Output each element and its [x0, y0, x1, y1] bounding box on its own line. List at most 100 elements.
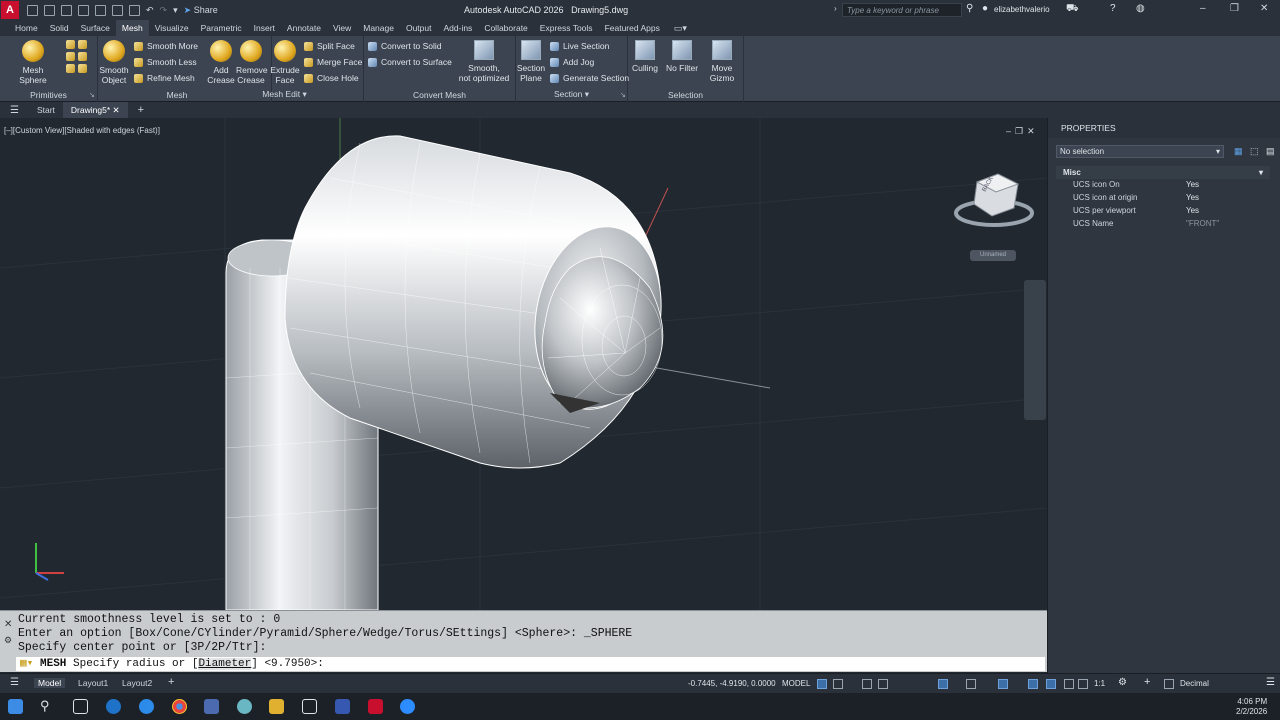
file-tab-menu-icon[interactable]: ☰ — [10, 105, 19, 116]
autocad-logo-icon[interactable]: A — [1, 1, 19, 19]
misc-section-header[interactable]: Misc ▾ — [1056, 166, 1270, 179]
add-jog-button[interactable]: Add Jog — [550, 57, 594, 67]
edge-dev-icon[interactable] — [139, 699, 154, 714]
share-button[interactable]: ➤ Share — [184, 5, 218, 16]
task-view-icon[interactable] — [73, 699, 88, 714]
lineweight-icon[interactable] — [966, 679, 976, 689]
select-objects-icon[interactable]: ⬚ — [1250, 146, 1259, 157]
mesh-cone-icon[interactable] — [78, 40, 87, 49]
new-tab-icon[interactable]: + — [138, 104, 144, 116]
refine-mesh-button[interactable]: Refine Mesh — [134, 73, 195, 83]
3d-model-view[interactable] — [0, 118, 1047, 610]
command-recent-icon[interactable]: ▦▾ — [20, 657, 33, 671]
new-file-icon[interactable] — [27, 4, 38, 16]
close-tab-icon[interactable]: ✕ — [113, 105, 120, 115]
tab-parametric[interactable]: Parametric — [195, 20, 248, 36]
culling-button[interactable]: Culling — [630, 40, 660, 73]
autocad-taskbar-icon[interactable] — [368, 699, 383, 714]
smooth-object-button[interactable]: Smooth Object — [98, 40, 130, 85]
object-snap-icon[interactable] — [938, 679, 948, 689]
property-row[interactable]: UCS per viewport Yes — [1056, 206, 1270, 218]
viewport-controls-label[interactable]: [–][Custom View][Shaded with edges (Fast… — [4, 126, 160, 135]
help-icon[interactable]: ? — [1110, 3, 1116, 14]
command-input[interactable]: ▦▾ MESH Specify radius or [Diameter] <9.… — [16, 657, 1045, 671]
restore-icon[interactable]: ❐ — [1230, 3, 1239, 14]
tab-express-tools[interactable]: Express Tools — [534, 20, 599, 36]
coordinate-readout[interactable]: -0.7445, -4.9190, 0.0000 — [688, 679, 776, 688]
merge-face-button[interactable]: Merge Face — [304, 57, 362, 67]
tab-add-ins[interactable]: Add-ins — [437, 20, 478, 36]
chrome-icon[interactable] — [172, 699, 187, 714]
drawing-viewport[interactable]: [–][Custom View][Shaded with edges (Fast… — [0, 118, 1047, 610]
annotation-scale[interactable]: 1:1 — [1094, 679, 1105, 688]
layout-menu-icon[interactable]: ☰ — [10, 677, 19, 688]
no-filter-button[interactable]: No Filter — [664, 40, 700, 73]
section-launcher-icon[interactable]: ↘ — [620, 91, 626, 99]
generate-section-button[interactable]: Generate Section — [550, 73, 629, 83]
tab-manage[interactable]: Manage — [357, 20, 400, 36]
move-gizmo-button[interactable]: Move Gizmo — [706, 40, 738, 83]
tab-collaborate[interactable]: Collaborate — [478, 20, 533, 36]
panel-title-mesh-edit[interactable]: Mesh Edit ▾ — [206, 89, 363, 100]
mesh-wedge-icon[interactable] — [66, 64, 75, 73]
tab-insert[interactable]: Insert — [248, 20, 281, 36]
save-as-icon[interactable] — [78, 4, 89, 16]
system-clock[interactable]: 4:06 PM 2/2/2026 — [1236, 697, 1267, 717]
tab-mesh[interactable]: Mesh — [115, 20, 149, 36]
dynamic-ucs-icon[interactable] — [1046, 679, 1056, 689]
polar-tracking-icon[interactable] — [878, 679, 888, 689]
annotation-monitor-icon[interactable]: + — [1144, 676, 1150, 688]
section-plane-button[interactable]: Section Plane — [516, 40, 546, 83]
new-layout-icon[interactable]: + — [168, 676, 174, 688]
zoom-app-icon[interactable] — [400, 699, 415, 714]
units-readout[interactable]: Decimal — [1180, 679, 1209, 688]
tab-solid[interactable]: Solid — [44, 20, 75, 36]
add-crease-button[interactable]: Add Crease — [206, 40, 236, 85]
viewport-restore-icon[interactable]: ❐ — [1015, 126, 1027, 136]
calculator-icon[interactable] — [204, 699, 219, 714]
extrude-face-button[interactable]: Extrude Face — [270, 40, 300, 85]
property-row[interactable]: UCS icon at origin Yes — [1056, 193, 1270, 205]
user-account-menu[interactable]: elizabethvalerio — [994, 5, 1050, 14]
design-app-icon[interactable] — [335, 699, 350, 714]
live-section-button[interactable]: Live Section — [550, 41, 609, 51]
customize-menu-icon[interactable]: ☰ — [1266, 677, 1275, 688]
tab-model[interactable]: Model — [34, 678, 66, 688]
3d-osnap-icon[interactable] — [1028, 679, 1038, 689]
viewport-close-icon[interactable]: ✕ — [1027, 126, 1039, 136]
command-close-icon[interactable]: ✕ — [4, 619, 12, 630]
ucs-menu-badge[interactable]: Unnamed — [970, 250, 1016, 261]
quick-select-icon[interactable]: ▤ — [1266, 146, 1275, 157]
search-icon[interactable]: ⚲ — [966, 3, 973, 14]
viewcube-icon[interactable]: BACK — [952, 168, 1042, 238]
gizmo-icon[interactable] — [1064, 679, 1074, 689]
smooth-less-button[interactable]: Smooth Less — [134, 57, 197, 67]
tab-annotate[interactable]: Annotate — [281, 20, 327, 36]
toggle-pickadd-icon[interactable]: ▦ — [1234, 146, 1243, 157]
property-row[interactable]: UCS Name "FRONT" — [1056, 219, 1270, 231]
autocad-tool-icon[interactable] — [302, 699, 317, 714]
units-icon[interactable] — [1164, 679, 1174, 689]
ribbon-toggle-icon[interactable]: ▭▾ — [674, 23, 687, 34]
convert-to-surface-button[interactable]: Convert to Surface — [368, 57, 452, 67]
smooth-more-button[interactable]: Smooth More — [134, 41, 198, 51]
viewcube[interactable]: BACK — [952, 168, 1042, 240]
tab-start[interactable]: Start — [29, 102, 63, 118]
command-settings-icon[interactable]: ⚙ — [4, 635, 12, 646]
mesh-box-icon[interactable] — [66, 40, 75, 49]
property-row[interactable]: UCS icon On Yes — [1056, 180, 1270, 192]
minimize-icon[interactable]: – — [1200, 3, 1206, 14]
remove-crease-button[interactable]: Remove Crease — [236, 40, 268, 85]
diameter-option[interactable]: Diameter — [198, 658, 252, 670]
close-hole-button[interactable]: Close Hole — [304, 73, 359, 83]
model-space-button[interactable]: MODEL — [782, 679, 810, 688]
panel-title-section[interactable]: Section ▾ — [516, 89, 627, 100]
annotation-visibility-icon[interactable] — [1078, 679, 1088, 689]
snap-mode-icon[interactable] — [833, 679, 843, 689]
open-file-icon[interactable] — [44, 4, 55, 16]
edge-browser-icon[interactable] — [106, 699, 121, 714]
tab-layout1[interactable]: Layout1 — [78, 678, 108, 688]
tab-view[interactable]: View — [327, 20, 357, 36]
selection-cycling-icon[interactable] — [998, 679, 1008, 689]
user-icon[interactable]: ● — [982, 3, 988, 14]
